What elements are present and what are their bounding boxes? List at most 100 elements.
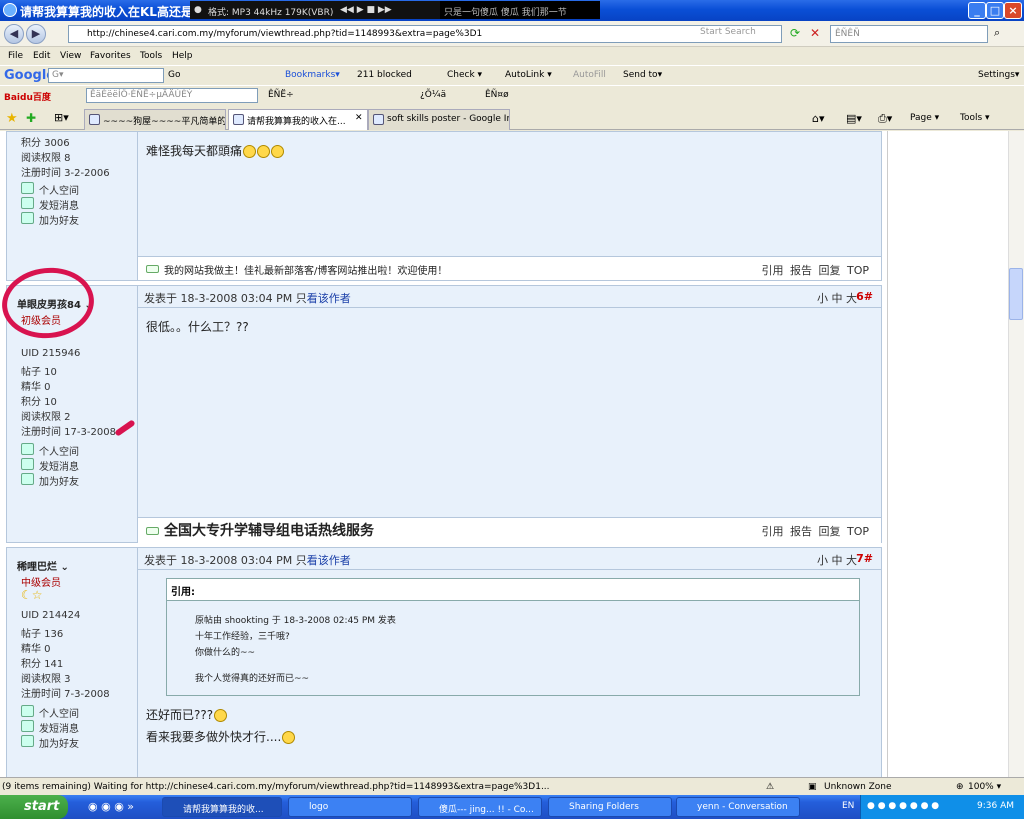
search-input[interactable]: ÊÑÊÑ: [830, 25, 988, 43]
post-body: 发表于 18-3-2008 03:04 PM 只看该作者 小 中 大 6# 很低…: [138, 286, 881, 543]
forward-icon[interactable]: ▶: [26, 24, 46, 44]
baidu-search-button[interactable]: ÊÑË÷: [268, 90, 294, 100]
link-personal-space[interactable]: 个人空间: [21, 182, 79, 197]
link-send-message[interactable]: 发短消息: [21, 197, 79, 212]
stat-credits: 积分 141: [21, 659, 64, 670]
menu-help[interactable]: Help: [172, 51, 193, 61]
link-send-message[interactable]: 发短消息: [21, 458, 79, 473]
tray-icons[interactable]: ● ● ● ● ● ● ●: [867, 801, 939, 811]
baidu-item1[interactable]: ¿Õ¼ä: [420, 90, 446, 100]
start-search-placeholder[interactable]: Start Search: [700, 27, 756, 37]
quick-launch-icon[interactable]: ◉ ◉ ◉ »: [88, 800, 134, 813]
post-previous: 积分 3006 阅读权限 8 注册时间 3-2-2006 个人空间 发短消息 加…: [6, 131, 882, 281]
home-icon[interactable]: ⌂▾: [812, 112, 825, 125]
baidu-item2[interactable]: ÊÑ¤ø: [485, 90, 509, 100]
vertical-scrollbar[interactable]: [1008, 131, 1024, 777]
link-personal-space[interactable]: 个人空间: [21, 705, 79, 720]
autolink-button[interactable]: AutoLink ▾: [505, 70, 552, 80]
feeds-icon[interactable]: ▤▾: [846, 112, 862, 125]
scrollbar-thumb[interactable]: [1009, 268, 1023, 320]
media-format: 格式: MP3 44kHz 179K(VBR): [208, 8, 334, 18]
footer-ad[interactable]: 我的网站我做主！佳礼最新部落客/博客网站推出啦！欢迎使用！: [146, 262, 447, 277]
popup-blocked[interactable]: 211 blocked: [357, 70, 412, 80]
zoom-icon[interactable]: ⊕: [956, 782, 964, 792]
minimize-button[interactable]: _: [968, 2, 986, 19]
stat-uid: UID 214424: [21, 610, 81, 621]
address-input[interactable]: http://chinese4.cari.com.my/myforum/view…: [68, 25, 782, 43]
spell-check-button[interactable]: Check ▾: [447, 70, 482, 80]
stat-posts: 帖子 136: [21, 629, 64, 640]
quote-block: 引用: 原帖由 shookting 于 18-3-2008 02:45 PM 发…: [166, 578, 860, 696]
task-browser[interactable]: 请帮我算算我的收...: [162, 797, 282, 817]
clock: 9:36 AM: [977, 801, 1014, 811]
close-tab-icon[interactable]: ✕: [355, 113, 363, 123]
media-controls-icon[interactable]: ◀◀ ▶ ■ ▶▶: [340, 5, 392, 15]
zoom-level[interactable]: 100% ▾: [968, 782, 1001, 792]
maximize-button[interactable]: □: [986, 2, 1004, 19]
baidu-search-input[interactable]: ÊäÈëëÍÔ·ÈÑË÷µÄÄÚÈÝ: [86, 88, 258, 103]
message-icon: [21, 458, 34, 470]
menu-edit[interactable]: Edit: [33, 51, 50, 61]
menu-view[interactable]: View: [60, 51, 81, 61]
stop-icon[interactable]: ✕: [810, 26, 820, 40]
settings-button[interactable]: Settings▾: [978, 70, 1019, 80]
page-menu[interactable]: Page ▾: [910, 113, 939, 123]
smiley-icon: [214, 709, 228, 722]
bookmarks-button[interactable]: Bookmarks▾: [285, 70, 340, 80]
link-add-friend[interactable]: 加为好友: [21, 473, 79, 488]
favorites-star-icon[interactable]: ★: [6, 111, 18, 126]
back-icon[interactable]: ◀: [4, 24, 24, 44]
smiley-icon: [282, 731, 296, 744]
view-author-only-link[interactable]: 看该作者: [307, 292, 351, 305]
task-conversation[interactable]: yenn - Conversation: [676, 797, 800, 817]
menu-file[interactable]: File: [8, 51, 23, 61]
task-sharing-folders[interactable]: Sharing Folders: [548, 797, 672, 817]
user-icon: [21, 735, 34, 747]
stat-read-perm: 阅读权限 8: [21, 153, 71, 164]
tab-google-images[interactable]: soft skills poster - Google Im...: [368, 109, 510, 130]
task-chat-jing[interactable]: 傻瓜--- jing... !! - Co...: [418, 797, 542, 817]
link-add-friend[interactable]: 加为好友: [21, 735, 79, 750]
sendto-button[interactable]: Send to▾: [623, 70, 662, 80]
page-icon: [89, 114, 100, 125]
tools-menu[interactable]: Tools ▾: [960, 113, 990, 123]
font-size-toggle[interactable]: 小 中 大: [817, 552, 857, 568]
quote-line: 十年工作经验，三千哦?: [195, 632, 290, 642]
close-button[interactable]: ×: [1004, 2, 1022, 19]
stat-reg-date: 注册时间 3-2-2006: [21, 168, 110, 179]
google-go-button[interactable]: Go: [168, 70, 180, 80]
menu-favorites[interactable]: Favorites: [90, 51, 131, 61]
add-favorite-icon[interactable]: ✚: [26, 111, 36, 125]
link-add-friend[interactable]: 加为好友: [21, 212, 79, 227]
post-actions[interactable]: 引用 报告 回复 TOP: [761, 262, 869, 278]
tab-income-thread[interactable]: 请帮我算算我的收入在...: [228, 109, 368, 130]
tab-dog-house[interactable]: ~~~~狗屋~~~~平凡简单的...: [84, 109, 226, 130]
start-button[interactable]: start: [0, 795, 68, 819]
post-number[interactable]: 7#: [856, 552, 873, 565]
stat-reg-date: 注册时间 7-3-2008: [21, 689, 110, 700]
privacy-icon[interactable]: ⚠: [766, 782, 774, 792]
post-body: 难怪我每天都頭痛 我的网站我做主！佳礼最新部落客/博客网站推出啦！欢迎使用！ 引…: [138, 132, 881, 280]
author-username[interactable]: 稀哩巴烂 ⌄: [17, 558, 69, 573]
refresh-icon[interactable]: ⟳: [790, 26, 800, 40]
search-icon[interactable]: ⌕: [994, 26, 1000, 40]
stat-read-perm: 阅读权限 3: [21, 674, 71, 685]
autofill-button[interactable]: AutoFill: [573, 70, 606, 80]
google-search-input[interactable]: G▾: [48, 68, 164, 83]
footer-ad[interactable]: 全国大专升学辅导组电话热线服务: [146, 520, 374, 540]
post-header: 发表于 18-3-2008 03:04 PM 只看该作者 小 中 大 6#: [138, 286, 881, 308]
post-number[interactable]: 6#: [856, 290, 873, 303]
menu-tools[interactable]: Tools: [140, 51, 162, 61]
post-actions[interactable]: 引用 报告 回复 TOP: [761, 523, 869, 539]
task-logo-folder[interactable]: logo: [288, 797, 412, 817]
view-author-only-link[interactable]: 看该作者: [307, 554, 351, 567]
quick-tabs-icon[interactable]: ⊞▾: [54, 111, 69, 124]
link-personal-space[interactable]: 个人空间: [21, 443, 79, 458]
link-send-message[interactable]: 发短消息: [21, 720, 79, 735]
home-icon: [21, 443, 34, 455]
media-player-bar[interactable]: ● 格式: MP3 44kHz 179K(VBR) ◀◀ ▶ ■ ▶▶: [190, 1, 440, 19]
post-6: 单眼皮男孩84 ⌄ 初级会员 UID 215946 帖子 10 精华 0 积分 …: [6, 285, 882, 543]
font-size-toggle[interactable]: 小 中 大: [817, 290, 857, 306]
print-icon[interactable]: ⎙▾: [878, 112, 892, 126]
language-indicator[interactable]: EN: [842, 801, 854, 811]
